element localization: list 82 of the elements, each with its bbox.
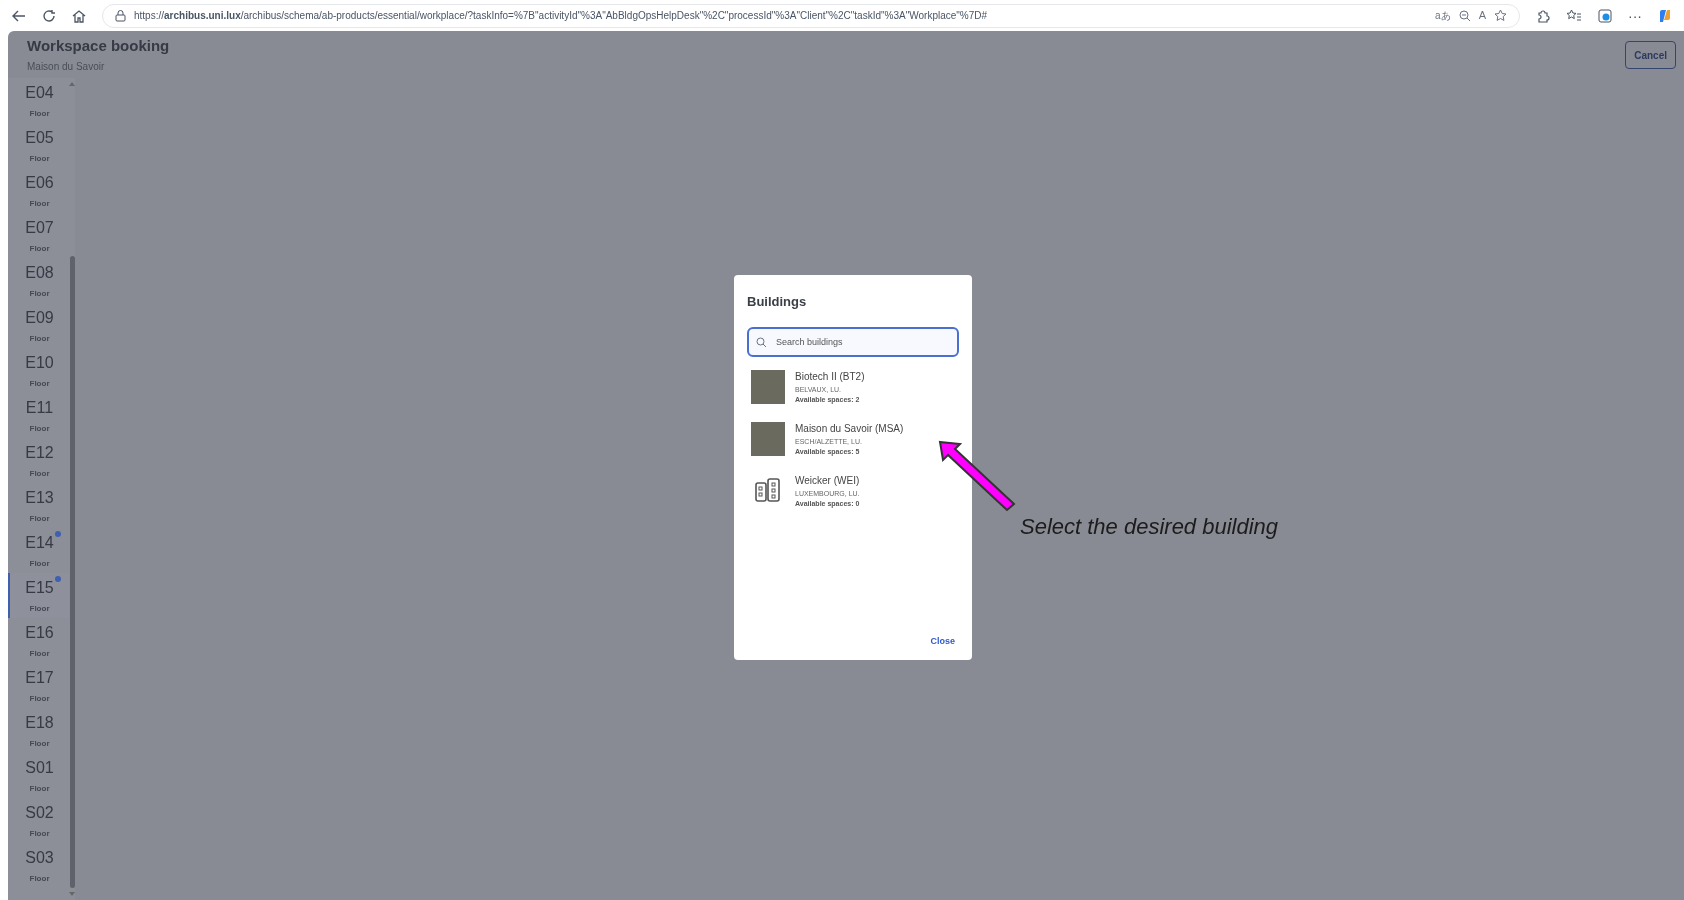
dialog-title: Buildings: [747, 293, 808, 311]
floor-item[interactable]: E11 Floor: [8, 393, 69, 438]
floor-item[interactable]: E04 Floor: [8, 78, 69, 123]
floor-item[interactable]: S01 Floor: [8, 753, 69, 798]
floor-code: E06: [25, 174, 54, 191]
floor-label: Floor: [29, 378, 50, 390]
puzzle-icon[interactable]: [1536, 8, 1550, 23]
floor-item[interactable]: E09 Floor: [8, 303, 69, 348]
refresh-icon[interactable]: [42, 8, 56, 23]
collections-icon[interactable]: [1598, 8, 1612, 23]
floor-item[interactable]: E08 Floor: [8, 258, 69, 303]
floor-label: Floor: [29, 558, 50, 570]
floor-code: E18: [25, 714, 54, 731]
home-icon[interactable]: [72, 8, 86, 23]
floor-item[interactable]: E17 Floor: [8, 663, 69, 708]
floor-item[interactable]: E13 Floor: [8, 483, 69, 528]
floor-label: Floor: [29, 873, 50, 885]
annotation-text: Select the desired building: [1020, 513, 1279, 541]
translate-icon[interactable]: aあ: [1435, 8, 1451, 23]
page-title: Workspace booking: [27, 36, 170, 56]
close-button[interactable]: Close: [926, 634, 959, 648]
floor-code: E04: [25, 84, 54, 101]
floor-item[interactable]: E06 Floor: [8, 168, 69, 213]
floor-item[interactable]: E14 Floor: [8, 528, 69, 573]
floor-item[interactable]: E18 Floor: [8, 708, 69, 753]
floor-code: E07: [25, 219, 54, 236]
floor-label: Floor: [29, 243, 50, 255]
photo-placeholder: [751, 370, 785, 404]
floor-label: Floor: [29, 333, 50, 345]
floor-label: Floor: [29, 153, 50, 165]
floor-label: Floor: [29, 468, 50, 480]
zoom-out-icon[interactable]: [1458, 9, 1471, 22]
building-name: Maison du Savoir (MSA): [795, 421, 904, 436]
floor-code: E17: [25, 669, 54, 686]
floor-code: E16: [25, 624, 54, 641]
floor-item[interactable]: E10 Floor: [8, 348, 69, 393]
floor-label: Floor: [29, 648, 50, 660]
floor-code: E14: [25, 534, 54, 551]
floor-code: E15: [25, 579, 54, 596]
scrollbar-thumb[interactable]: [69, 256, 75, 888]
floor-label: Floor: [29, 738, 50, 750]
floor-code: E11: [25, 399, 54, 416]
search-field[interactable]: Search buildings: [747, 326, 959, 357]
floor-code: E09: [25, 309, 54, 326]
floor-item[interactable]: E16 Floor: [8, 618, 69, 663]
star-icon[interactable]: [1494, 9, 1507, 22]
floor-item[interactable]: S02 Floor: [8, 798, 69, 843]
read-aloud-icon[interactable]: A: [1478, 7, 1486, 24]
cancel-button[interactable]: Cancel: [1625, 41, 1676, 69]
search-icon: [756, 336, 767, 348]
more-icon[interactable]: ···: [1628, 5, 1642, 26]
floor-label: Floor: [29, 198, 50, 210]
url-text: https://archibus.uni.lux/archibus/schema/ab-products/essential/workplace/?taskInfo=%7B"activityId"%3A"AbBldgOpsHelpDesk"%2C"processId"%3A"Client"%2C"taskId"%3A"Workplace"%7D#: [134, 9, 989, 23]
floor-code: S03: [25, 849, 54, 866]
floor-code: E13: [25, 489, 54, 506]
copilot-icon[interactable]: [1658, 8, 1672, 23]
floor-label: Floor: [29, 603, 50, 615]
floor-code: E12: [25, 444, 54, 461]
floor-code: E08: [25, 264, 54, 281]
floor-item[interactable]: E05 Floor: [8, 123, 69, 168]
floor-label: Floor: [29, 513, 50, 525]
building-name: Biotech II (BT2): [795, 369, 865, 384]
floor-label: Floor: [29, 423, 50, 435]
page-subtitle: Maison du Savoir: [27, 60, 106, 74]
floor-label: Floor: [29, 828, 50, 840]
floor-label: Floor: [29, 108, 50, 120]
floor-label: Floor: [29, 288, 50, 300]
floor-item[interactable]: E07 Floor: [8, 213, 69, 258]
building-name: Weicker (WEI): [795, 473, 860, 488]
floor-label: Floor: [29, 783, 50, 795]
address-bar[interactable]: https://archibus.uni.lux/archibus/schema/ab-products/essential/workplace/?taskInfo=%7B"activityId"%3A"AbBldgOpsHelpDesk"%2C"processId"%3A"Client"%2C"taskId"%3A"Workplace"%7D# aあ A: [102, 3, 1520, 28]
floor-item[interactable]: S03 Floor: [8, 843, 69, 888]
floor-code: S01: [25, 759, 54, 776]
favorites-icon[interactable]: [1566, 8, 1582, 23]
floor-code: E05: [25, 129, 54, 146]
back-icon[interactable]: [12, 8, 26, 23]
floor-code: E10: [25, 354, 54, 371]
floor-item[interactable]: E12 Floor: [8, 438, 69, 483]
lock-icon: [115, 9, 126, 22]
floor-label: Floor: [29, 693, 50, 705]
photo-placeholder: [751, 422, 785, 456]
floor-code: S02: [25, 804, 54, 821]
